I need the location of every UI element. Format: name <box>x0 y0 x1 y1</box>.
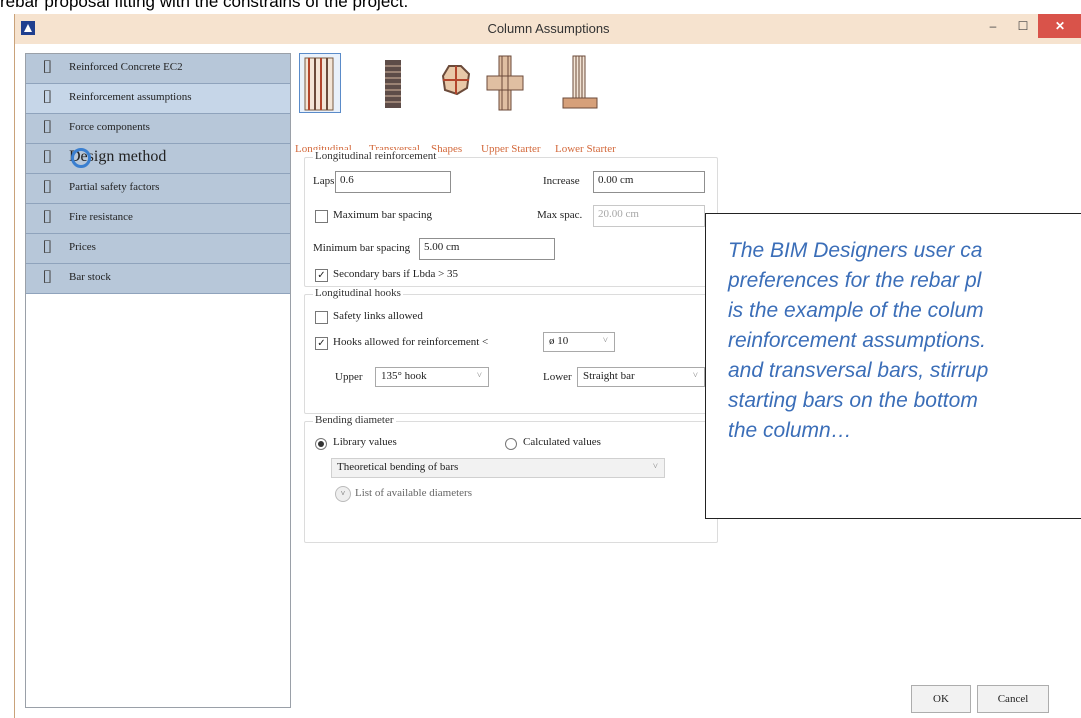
callout-line: the column… <box>728 419 852 442</box>
group-title: Bending diameter <box>313 414 396 426</box>
lower-starter-icon <box>562 55 598 109</box>
busy-cursor-icon <box>71 148 91 168</box>
sidebar-item-partial-safety-factors[interactable]: ⌷ Partial safety factors <box>26 174 290 204</box>
maximum-bar-spacing-label: Maximum bar spacing <box>333 209 432 221</box>
laps-input[interactable]: 0.6 <box>335 171 451 193</box>
laps-label: Laps <box>313 175 335 187</box>
sidebar: ⌷ Reinforced Concrete EC2 ⌷ Reinforcemen… <box>25 53 291 708</box>
callout-line: and transversal bars, stirrup <box>728 359 989 382</box>
lower-label: Lower <box>543 371 572 383</box>
bending-type-select[interactable]: Theoretical bending of bars ˅ <box>331 458 665 478</box>
safety-links-checkbox[interactable] <box>315 311 328 324</box>
bracket-icon: ⌷ <box>42 267 53 288</box>
sidebar-item-bar-stock[interactable]: ⌷ Bar stock <box>26 264 290 294</box>
callout-line: reinforcement assumptions. <box>728 329 986 352</box>
select-value: 135° hook <box>381 370 427 382</box>
titlebar: Column Assumptions – ☐ ✕ <box>15 14 1081 44</box>
column-assumptions-window: Column Assumptions – ☐ ✕ ⌷ Reinforced Co… <box>14 14 1081 718</box>
bracket-icon: ⌷ <box>42 117 53 138</box>
group-title: Longitudinal reinforcement <box>313 150 439 162</box>
upper-hook-select[interactable]: 135° hook ˅ <box>375 367 489 387</box>
upper-starter-icon <box>486 55 524 111</box>
expand-chevron-icon[interactable]: ˅ <box>335 486 351 502</box>
callout-line: preferences for the rebar pl <box>728 269 982 292</box>
tab-label: Lower Starter <box>555 143 616 155</box>
sidebar-item-label: Prices <box>69 241 96 253</box>
library-values-label: Library values <box>333 436 397 448</box>
chevron-down-icon: ˅ <box>476 370 482 380</box>
max-spacing-input[interactable]: 20.00 cm <box>593 205 705 227</box>
hooks-diameter-select[interactable]: ø 10 ˅ <box>543 332 615 352</box>
tab-strip: Longitudinal Transversal Shapes Upper St… <box>295 51 695 161</box>
ok-button[interactable]: OK <box>911 685 971 713</box>
sidebar-item-design-method[interactable]: ⌷ Design method <box>26 144 290 174</box>
longitudinal-bars-icon <box>304 57 334 111</box>
minimum-bar-spacing-label: Minimum bar spacing <box>313 242 411 254</box>
shapes-icon <box>441 65 471 96</box>
sidebar-item-fire-resistance[interactable]: ⌷ Fire resistance <box>26 204 290 234</box>
secondary-bars-checkbox[interactable]: ✓ <box>315 269 328 282</box>
bracket-icon: ⌷ <box>42 147 53 168</box>
sidebar-item-reinforcement-assumptions[interactable]: ⌷ Reinforcement assumptions <box>26 84 290 114</box>
increase-input[interactable]: 0.00 cm <box>593 171 705 193</box>
cancel-button[interactable]: Cancel <box>977 685 1049 713</box>
callout-line: starting bars on the bottom <box>728 389 978 412</box>
chevron-down-icon: ˅ <box>602 335 608 345</box>
tab-longitudinal[interactable]: Longitudinal <box>295 51 365 157</box>
select-value: Straight bar <box>583 370 635 382</box>
bracket-icon: ⌷ <box>42 57 53 78</box>
annotation-callout: The BIM Designers user ca preferences fo… <box>705 213 1081 519</box>
group-title: Longitudinal hooks <box>313 287 403 299</box>
sidebar-item-label: Reinforcement assumptions <box>69 91 192 103</box>
sidebar-item-prices[interactable]: ⌷ Prices <box>26 234 290 264</box>
bending-diameter-group: Bending diameter Library values Calculat… <box>304 414 718 543</box>
hooks-allowed-label: Hooks allowed for reinforcement < <box>333 336 489 348</box>
select-value: Theoretical bending of bars <box>337 461 459 473</box>
calculated-values-label: Calculated values <box>523 436 601 448</box>
list-available-diameters-label: List of available diameters <box>355 487 472 499</box>
chevron-down-icon: ˅ <box>692 370 698 380</box>
maximum-bar-spacing-checkbox[interactable] <box>315 210 328 223</box>
select-value: ø 10 <box>549 335 569 347</box>
tab-lower-starter[interactable]: Lower Starter <box>555 51 627 157</box>
max-spac-label: Max spac. <box>537 209 583 221</box>
maximize-button[interactable]: ☐ <box>1008 14 1038 38</box>
sidebar-item-force-components[interactable]: ⌷ Force components <box>26 114 290 144</box>
longitudinal-hooks-group: Longitudinal hooks Safety links allowed … <box>304 287 718 414</box>
longitudinal-reinforcement-group: Longitudinal reinforcement Laps 0.6 Incr… <box>304 150 718 287</box>
sidebar-item-label: Partial safety factors <box>69 181 160 193</box>
sidebar-item-label: Fire resistance <box>69 211 133 223</box>
sidebar-item-reinforced-concrete-ec2[interactable]: ⌷ Reinforced Concrete EC2 <box>26 54 290 84</box>
callout-line: is the example of the colum <box>728 299 984 322</box>
tab-transversal[interactable]: Transversal <box>369 51 429 157</box>
upper-label: Upper <box>335 371 363 383</box>
document-caption: rebar proposal fitting with the constrai… <box>0 0 409 11</box>
bracket-icon: ⌷ <box>42 237 53 258</box>
calculated-values-radio[interactable] <box>505 438 517 450</box>
transversal-bars-icon <box>385 60 401 108</box>
callout-line: The BIM Designers user ca <box>728 239 983 262</box>
bracket-icon: ⌷ <box>42 87 53 108</box>
tab-upper-starter[interactable]: Upper Starter <box>481 51 553 157</box>
bracket-icon: ⌷ <box>42 177 53 198</box>
secondary-bars-label: Secondary bars if Lbda > 35 <box>333 268 459 280</box>
library-values-radio[interactable] <box>315 438 327 450</box>
lower-hook-select[interactable]: Straight bar ˅ <box>577 367 705 387</box>
sidebar-item-label: Force components <box>69 121 150 133</box>
sidebar-item-label: Reinforced Concrete EC2 <box>69 61 183 73</box>
sidebar-item-label: Bar stock <box>69 271 111 283</box>
window-title: Column Assumptions <box>487 21 610 36</box>
increase-label: Increase <box>543 175 580 187</box>
chevron-down-icon: ˅ <box>652 461 658 471</box>
bracket-icon: ⌷ <box>42 207 53 228</box>
tab-shapes[interactable]: Shapes <box>431 51 479 157</box>
close-button[interactable]: ✕ <box>1038 14 1081 38</box>
safety-links-label: Safety links allowed <box>333 310 423 322</box>
minimum-bar-spacing-input[interactable]: 5.00 cm <box>419 238 555 260</box>
tab-label: Upper Starter <box>481 143 541 155</box>
hooks-allowed-checkbox[interactable]: ✓ <box>315 337 328 350</box>
minimize-button[interactable]: – <box>978 14 1008 38</box>
